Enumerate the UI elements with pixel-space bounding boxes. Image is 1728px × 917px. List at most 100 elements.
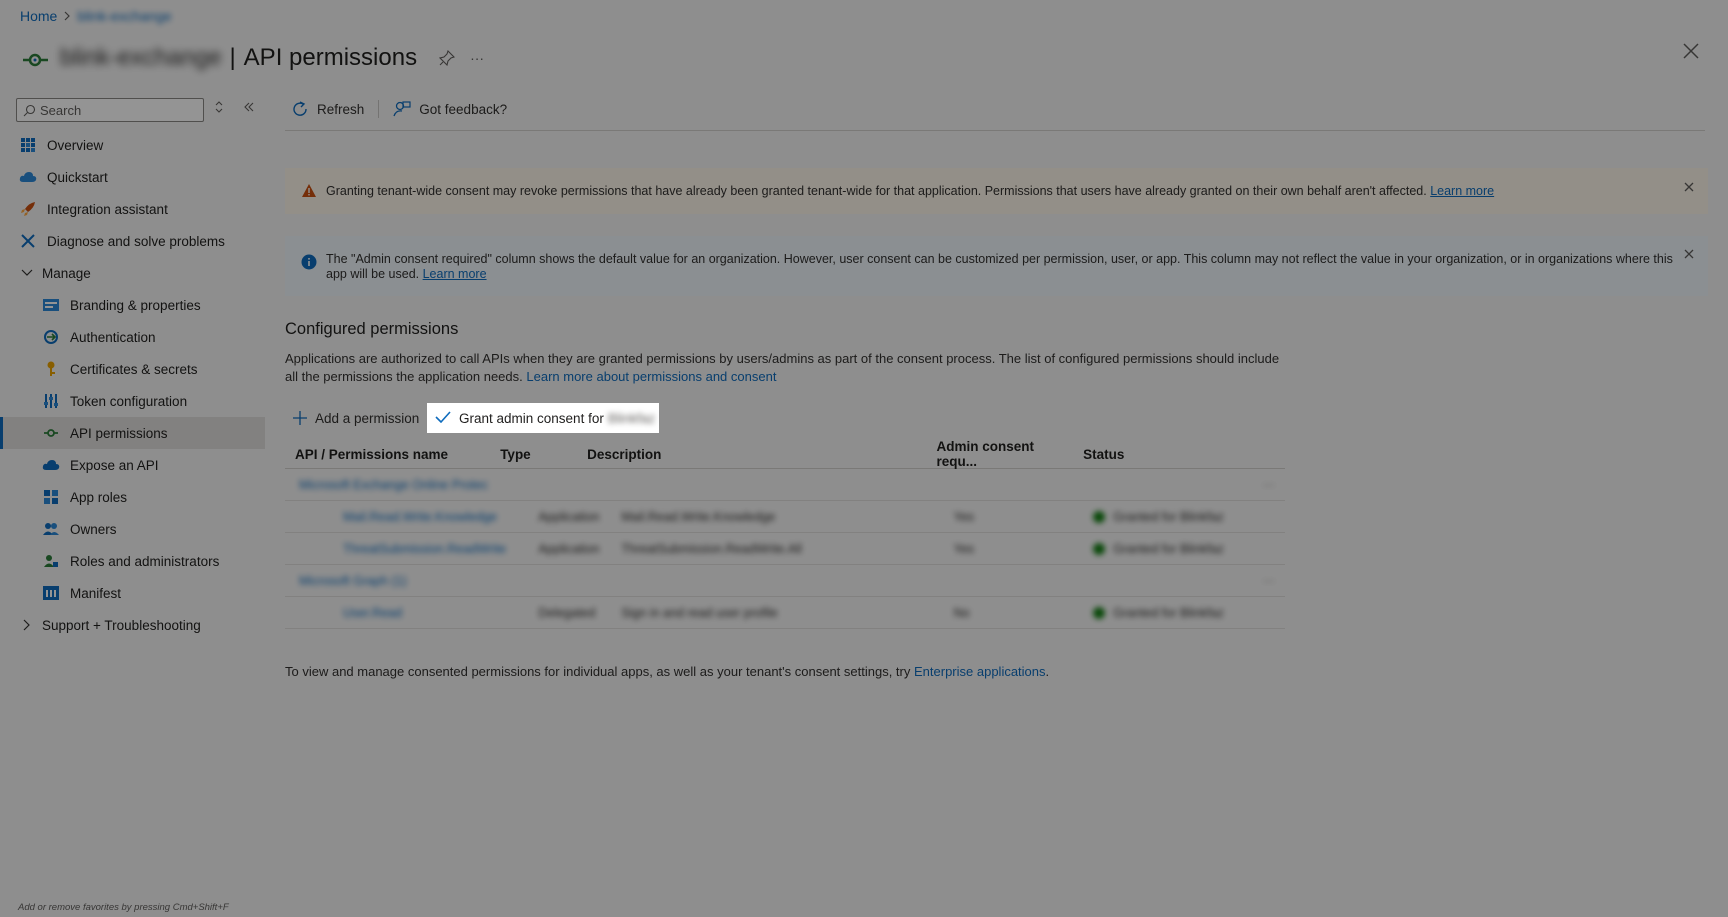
add-permission-button[interactable]: Add a permission [285,404,429,432]
chevron-right-icon [63,8,71,24]
page-title: blink-exchange | API permissions [60,44,417,72]
configured-permissions-title: Configured permissions [285,320,459,338]
sidebar-item-token-configuration[interactable]: Token configuration [0,385,265,417]
sidebar-item-label: Owners [70,521,117,537]
api-permissions-icon [20,43,50,73]
sidebar-search-input[interactable]: Search [16,98,204,122]
more-options-button[interactable]: ··· [1253,574,1286,588]
configured-permissions-description: Applications are authorized to call APIs… [285,350,1285,386]
table-row[interactable]: Mail.Read.Write.Knowledge Application Ma… [285,501,1285,533]
permission-type: Delegated [538,605,596,620]
search-icon [23,104,36,116]
sidebar-item-manifest[interactable]: Manifest [0,577,265,609]
permission-name[interactable]: User.Read [285,606,528,620]
permission-description: ThreatSubmission.ReadWrite.All [621,541,802,556]
sidebar-item-certificates[interactable]: Certificates & secrets [0,353,265,385]
sidebar-item-owners[interactable]: Owners [0,513,265,545]
status-text: Granted for Blinkfaz [1113,605,1224,620]
sidebar-nav: Overview Quickstart Integration assistan… [0,129,265,641]
group-name[interactable]: Microsoft Exchange Online Protec [285,478,488,492]
column-header[interactable]: Type [490,447,577,462]
sidebar-item-branding[interactable]: Branding & properties [0,289,265,321]
group-name[interactable]: Microsoft Graph (1) [285,574,407,588]
configured-desc-text: Applications are authorized to call APIs… [285,351,1280,384]
plus-icon [293,411,307,425]
app-roles-icon [42,488,60,506]
close-icon[interactable] [1684,181,1694,196]
sidebar-item-app-roles[interactable]: App roles [0,481,265,513]
breadcrumb: Home blink-exchange [20,8,172,24]
warning-learn-more-link[interactable]: Learn more [1430,184,1494,198]
close-icon[interactable] [1684,248,1694,263]
chevron-down-icon [18,269,36,277]
more-options-button[interactable]: ··· [1253,478,1286,492]
sidebar-item-diagnose[interactable]: Diagnose and solve problems [0,225,265,257]
table-group-row[interactable]: Microsoft Exchange Online Protec ··· [285,469,1285,501]
sidebar-item-label: Quickstart [47,169,108,185]
more-options-button[interactable]: ··· [465,46,489,70]
permission-name[interactable]: ThreatSubmission.ReadWrite [285,542,528,556]
sidebar-item-label: Authentication [70,329,156,345]
table-row[interactable]: User.Read Delegated Sign in and read use… [285,597,1285,629]
admin-consent-value: No [953,605,970,620]
close-icon[interactable] [1680,40,1702,62]
key-icon [42,360,60,378]
feedback-button[interactable]: Got feedback? [387,100,513,118]
sidebar-group-support[interactable]: Support + Troubleshooting [0,609,265,641]
title-separator: | [229,44,236,71]
chevron-right-icon [18,619,36,631]
toolbar-divider [378,100,380,118]
permission-description: Mail.Read.Write.Knowledge [621,509,776,524]
search-placeholder: Search [40,102,82,118]
rocket-icon [19,200,37,218]
status-text: Granted for Blinkfaz [1113,509,1224,524]
status-cell: Granted for Blinkfaz [1083,542,1285,556]
sidebar-item-roles-admins[interactable]: Roles and administrators [0,545,265,577]
sidebar-item-integration-assistant[interactable]: Integration assistant [0,193,265,225]
sidebar-item-overview[interactable]: Overview [0,129,265,161]
info-learn-more-link[interactable]: Learn more [423,267,487,281]
sidebar-item-api-permissions[interactable]: API permissions [0,417,265,449]
grant-admin-consent-button[interactable]: Grant admin consent for Blinkfaz [427,403,659,433]
sidebar-item-label: Manage [42,265,91,281]
permission-name[interactable]: Mail.Read.Write.Knowledge [285,510,528,524]
breadcrumb-app-link[interactable]: blink-exchange [77,8,171,24]
table-group-row[interactable]: Microsoft Graph (1) ··· [285,565,1285,597]
pin-icon[interactable] [435,46,459,70]
column-header[interactable]: API / Permissions name [285,447,490,462]
feedback-label: Got feedback? [419,101,508,117]
breadcrumb-home-link[interactable]: Home [20,8,57,24]
sidebar-item-label: Diagnose and solve problems [47,233,225,249]
column-header[interactable]: Description [577,447,926,462]
permissions-consent-link[interactable]: Learn more about permissions and consent [526,369,776,384]
sidebar-item-label: Roles and administrators [70,553,220,569]
table-header: API / Permissions name Type Description … [285,439,1285,469]
permission-actions: Add a permission [285,404,429,432]
collapse-sidebar-icon[interactable] [243,100,255,117]
checkmark-icon [435,410,451,426]
permission-type: Application [538,541,600,556]
manifest-icon [42,584,60,602]
refresh-icon [293,101,307,116]
sidebar-item-expose-api[interactable]: Expose an API [0,449,265,481]
table-row[interactable]: ThreatSubmission.ReadWrite Application T… [285,533,1285,565]
info-text-wrap: The "Admin consent required" column show… [326,252,1678,282]
column-header[interactable]: Status [1073,447,1285,462]
sidebar-item-label: Expose an API [70,457,159,473]
cloud-api-icon [42,456,60,474]
sidebar-group-manage[interactable]: Manage [0,257,265,289]
sidebar-item-quickstart[interactable]: Quickstart [0,161,265,193]
owners-icon [42,520,60,538]
enterprise-applications-link[interactable]: Enterprise applications [914,664,1046,679]
sidebar-item-authentication[interactable]: Authentication [0,321,265,353]
refresh-button[interactable]: Refresh [285,100,370,118]
sidebar-item-label: API permissions [70,425,168,441]
warning-icon [301,183,317,202]
sidebar: Search Overview Quickstart Integration a… [0,96,265,917]
sidebar-item-label: Branding & properties [70,297,201,313]
sort-icon[interactable] [214,100,224,117]
footer-end: . [1045,664,1050,679]
add-permission-label: Add a permission [315,410,420,426]
column-header[interactable]: Admin consent requ... [927,439,1074,469]
sidebar-item-label: Support + Troubleshooting [42,617,201,633]
